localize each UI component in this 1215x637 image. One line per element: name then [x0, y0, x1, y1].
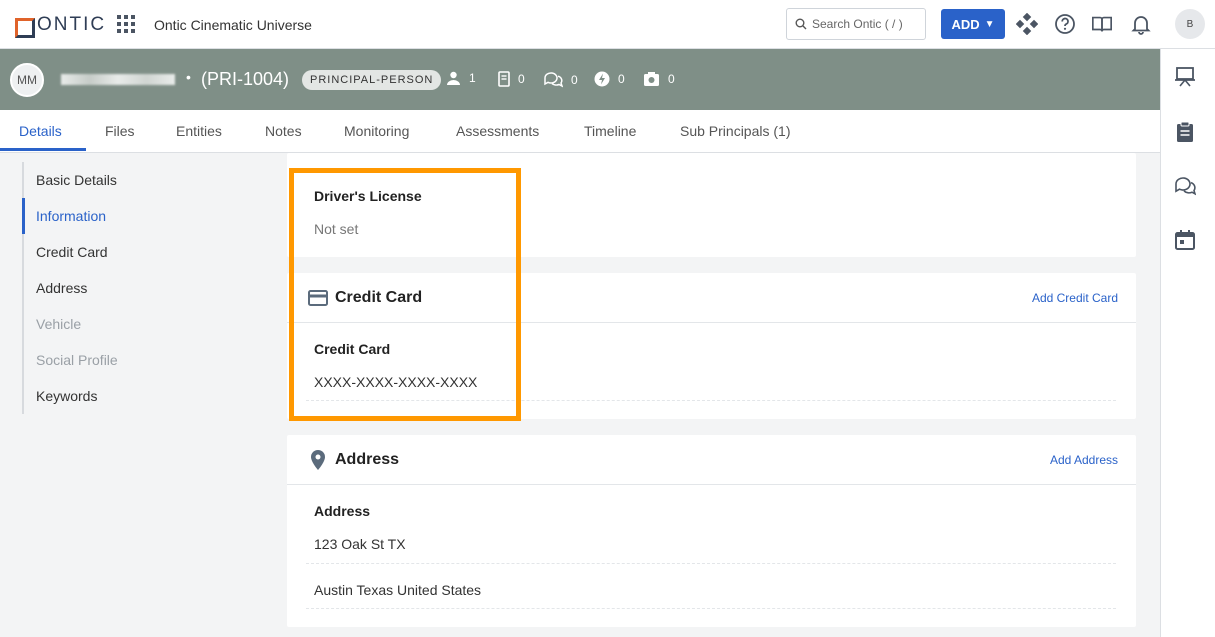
address-field-label: Address — [314, 503, 371, 519]
address-title: Address — [335, 451, 400, 468]
camera-icon — [644, 72, 659, 86]
credit-card-header: Credit Card Add Credit Card — [287, 273, 1136, 323]
stat-comments-count: 0 — [571, 72, 578, 87]
nav-basic-details[interactable]: Basic Details — [22, 162, 222, 198]
nav-social-profile[interactable]: Social Profile — [22, 342, 222, 378]
ontic-logo-mark — [15, 18, 35, 38]
user-avatar[interactable]: B — [1175, 9, 1205, 39]
organization-name: Ontic Cinematic Universe — [154, 17, 312, 33]
book-icon[interactable] — [1091, 13, 1113, 35]
right-rail — [1160, 49, 1215, 637]
stat-alerts-count: 0 — [618, 72, 625, 86]
divider — [306, 563, 1116, 564]
bell-icon[interactable] — [1130, 13, 1152, 35]
tab-notes[interactable]: Notes — [265, 123, 302, 139]
stat-alerts[interactable]: 0 — [594, 71, 625, 87]
principal-avatar: MM — [10, 63, 44, 97]
stat-people-count: 1 — [469, 71, 476, 85]
tab-entities[interactable]: Entities — [176, 123, 222, 139]
address-header: Address Add Address — [287, 435, 1136, 485]
stat-people[interactable]: 1 — [446, 71, 476, 85]
stat-documents-count: 0 — [518, 72, 525, 86]
search-placeholder: Search Ontic ( / ) — [812, 17, 903, 31]
credit-card-icon — [308, 290, 328, 306]
credit-card-field-label: Credit Card — [314, 341, 391, 357]
search-input[interactable]: Search Ontic ( / ) — [786, 8, 926, 40]
help-icon[interactable] — [1054, 13, 1076, 35]
nav-keywords[interactable]: Keywords — [22, 378, 222, 414]
document-icon — [498, 71, 510, 87]
address-line-1: 123 Oak St TX — [314, 536, 406, 552]
nav-credit-card[interactable]: Credit Card — [22, 234, 222, 270]
tab-monitoring[interactable]: Monitoring — [344, 123, 409, 139]
top-bar: ONTIC Ontic Cinematic Universe Search On… — [0, 0, 1215, 49]
logo-text: ONTIC — [37, 14, 107, 35]
calendar-icon[interactable] — [1174, 229, 1196, 251]
divider — [306, 400, 1116, 401]
drivers-license-value: Not set — [314, 221, 359, 237]
divider — [306, 608, 1116, 609]
credit-card-section: Credit Card Add Credit Card Credit Card … — [287, 273, 1136, 419]
integrations-icon[interactable] — [1016, 13, 1038, 35]
ontic-logo[interactable]: ONTIC — [15, 14, 107, 38]
location-pin-icon — [311, 450, 325, 470]
principal-name-redacted — [61, 74, 175, 85]
person-icon — [447, 71, 460, 85]
role-badge: PRINCIPAL-PERSON — [302, 70, 442, 90]
tab-assessments[interactable]: Assessments — [456, 123, 539, 139]
address-line-2: Austin Texas United States — [314, 582, 482, 598]
active-tab-indicator — [0, 148, 86, 151]
comments-icon — [544, 72, 563, 88]
add-button[interactable]: ADD ▼ — [941, 9, 1005, 39]
stat-comments[interactable]: 0 — [543, 71, 578, 88]
lightning-icon — [594, 71, 610, 87]
add-address-link[interactable]: Add Address — [1050, 453, 1118, 467]
drivers-license-label: Driver's License — [314, 188, 422, 204]
stat-documents[interactable]: 0 — [498, 71, 525, 87]
address-section: Address Add Address Address 123 Oak St T… — [287, 435, 1136, 627]
nav-information[interactable]: Information — [22, 198, 222, 234]
principal-id: (PRI-1004) — [201, 69, 290, 89]
principal-initials: MM — [17, 73, 37, 87]
tab-sub-principals[interactable]: Sub Principals (1) — [680, 123, 791, 139]
nav-address[interactable]: Address — [22, 270, 222, 306]
add-credit-card-link[interactable]: Add Credit Card — [1032, 291, 1118, 305]
tab-files[interactable]: Files — [105, 123, 135, 139]
chat-icon[interactable] — [1174, 175, 1196, 197]
principal-header: MM • (PRI-1004) PRINCIPAL-PERSON 1 0 0 0… — [0, 49, 1160, 110]
credit-card-title: Credit Card — [335, 289, 423, 306]
presentation-icon[interactable] — [1174, 66, 1196, 88]
add-button-label: ADD — [951, 16, 980, 32]
apps-grid-icon[interactable] — [117, 15, 135, 33]
stat-photos[interactable]: 0 — [643, 71, 675, 87]
information-card: Driver's License Not set — [287, 153, 1136, 257]
tab-timeline[interactable]: Timeline — [584, 123, 636, 139]
tab-bar: Details Files Entities Notes Monitoring … — [0, 110, 1160, 153]
nav-vehicle[interactable]: Vehicle — [22, 306, 222, 342]
tab-details[interactable]: Details — [19, 123, 62, 139]
credit-card-number: XXXX-XXXX-XXXX-XXXX — [314, 374, 478, 390]
separator-dot: • — [186, 69, 191, 85]
clipboard-icon[interactable] — [1174, 121, 1196, 143]
search-icon — [795, 18, 807, 30]
chevron-down-icon: ▼ — [984, 18, 995, 30]
stat-photos-count: 0 — [668, 72, 675, 86]
user-avatar-initial: B — [1186, 18, 1194, 30]
